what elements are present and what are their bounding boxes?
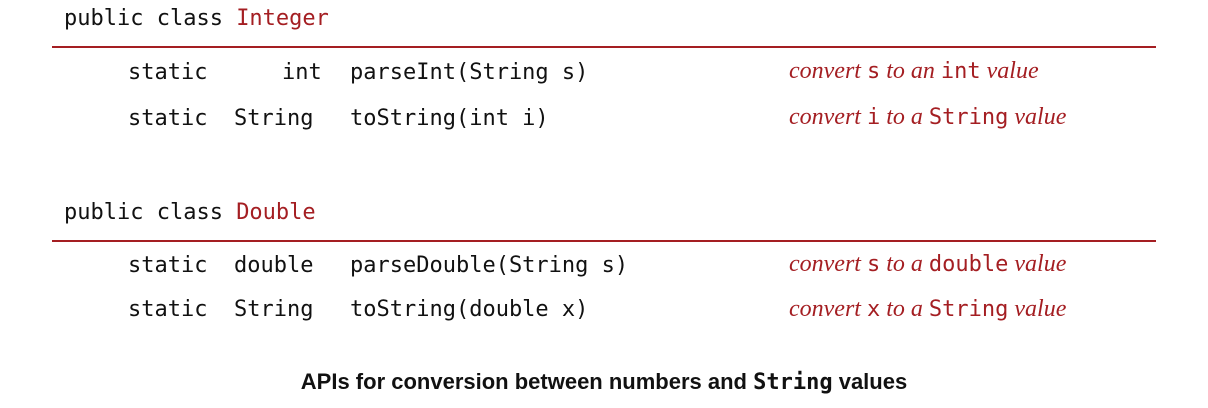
integer-header-rule (52, 46, 1156, 48)
double-class-header: public class Double (64, 200, 316, 225)
double-method-1-modifier: static (128, 253, 208, 278)
integer-class-header: public class Integer (64, 6, 329, 31)
double-method-1-signature: parseDouble(String s) (350, 253, 629, 278)
double-method-2-signature: toString(double x) (350, 297, 589, 322)
double-header-rule (52, 240, 1156, 242)
double-method-2-return-type: String (234, 297, 314, 322)
integer-method-1-description: convert s to an int value (789, 58, 1039, 84)
double-method-2-description: convert x to a String value (789, 296, 1067, 322)
double-method-1-return-type: double (234, 253, 314, 278)
class-name-double: Double (236, 200, 316, 225)
integer-method-1-signature: parseInt(String s) (350, 60, 589, 85)
class-header-prefix: public class (64, 6, 237, 31)
class-name-integer: Integer (236, 6, 329, 31)
integer-method-1-modifier: static (128, 60, 208, 85)
integer-method-2-modifier: static (128, 106, 208, 131)
integer-method-2-signature: toString(int i) (350, 106, 549, 131)
integer-method-2-return-type: String (234, 106, 314, 131)
integer-method-2-description: convert i to a String value (789, 104, 1067, 130)
figure-caption: APIs for conversion between numbers and … (300, 369, 908, 395)
double-method-1-description: convert s to a double value (789, 251, 1067, 277)
double-method-2-modifier: static (128, 297, 208, 322)
class-header-prefix: public class (64, 200, 237, 225)
integer-method-1-return-type: int (282, 60, 322, 85)
